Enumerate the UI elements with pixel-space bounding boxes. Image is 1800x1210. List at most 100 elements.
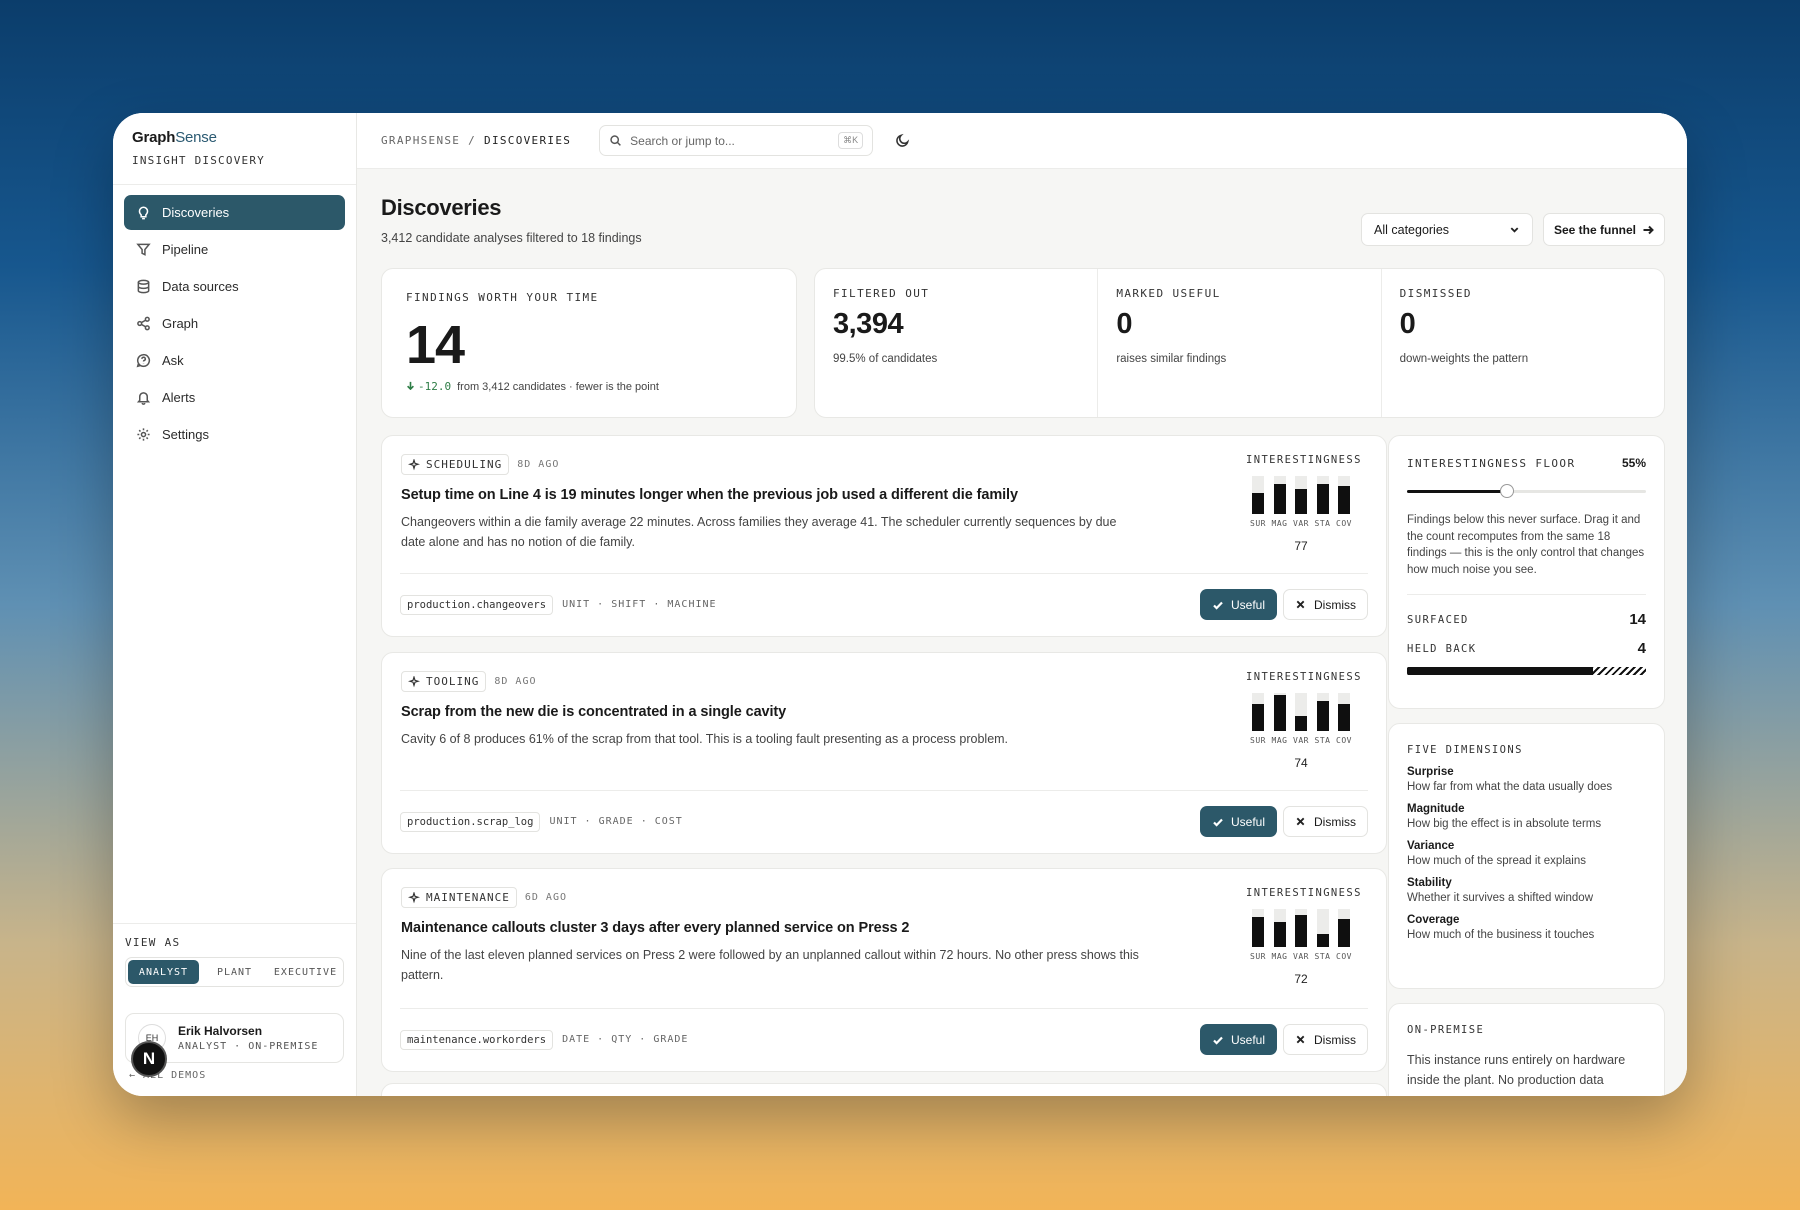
database-icon xyxy=(137,279,150,294)
n-badge-icon[interactable]: N xyxy=(131,1041,167,1077)
dimension-bar-fill xyxy=(1295,914,1307,947)
source-table[interactable]: maintenance.workorders xyxy=(400,1029,554,1050)
dimension-bar-mag xyxy=(1273,693,1286,731)
dimension-label: COV xyxy=(1336,736,1352,745)
finding-meta: SCHEDULING 8D AGO xyxy=(401,454,1367,475)
sidebar-item-data-sources[interactable]: Data sources xyxy=(124,269,345,304)
dimension-label: SUR xyxy=(1250,519,1266,528)
divider xyxy=(400,790,1368,791)
dimension-label: STA xyxy=(1314,952,1331,961)
dimension-item: Magnitude How big the effect is in absolu… xyxy=(1407,803,1646,830)
floor-slider[interactable] xyxy=(1407,484,1646,498)
dimension-bar-sta xyxy=(1316,693,1329,731)
interestingness-label: INTERESTINGNESS xyxy=(1246,671,1362,683)
finding-footer: production.changeovers UNIT · SHIFT · MA… xyxy=(400,589,1368,620)
sidebar-item-label: Graph xyxy=(162,316,199,331)
slider-handle[interactable] xyxy=(1500,484,1515,498)
dimension-bar-cov xyxy=(1338,476,1350,514)
dimension-bar-fill xyxy=(1273,483,1286,514)
dimension-bar-sur xyxy=(1252,909,1264,947)
brand-subtitle: INSIGHT DISCOVERY xyxy=(132,154,265,167)
dimension-labels: SUR MAG VAR STA COV xyxy=(1248,736,1354,745)
dimensions-list: Surprise How far from what the data usual… xyxy=(1407,766,1646,941)
sidebar-nav: Discoveries Pipeline Data sources Graph … xyxy=(113,185,356,464)
sidebar-item-graph[interactable]: Graph xyxy=(124,306,345,341)
dimension-bars xyxy=(1252,693,1350,731)
view-as-plant[interactable]: PLANT xyxy=(199,960,270,984)
finding-title[interactable]: Maintenance callouts cluster 3 days afte… xyxy=(401,920,1367,936)
check-icon xyxy=(1213,818,1223,827)
kpi-dismissed: DISMISSED 0 down-weights the pattern xyxy=(1380,269,1664,417)
held-back-label: HELD BACK xyxy=(1407,642,1477,655)
top-bar: GRAPHSENSE / DISCOVERIES Search or jump … xyxy=(357,113,1687,169)
brand-logo[interactable]: GraphSense xyxy=(132,129,337,146)
see-funnel-button[interactable]: See the funnel xyxy=(1543,213,1665,246)
finding-title[interactable]: Setup time on Line 4 is 19 minutes longe… xyxy=(401,487,1367,503)
finding-body: Cavity 6 of 8 produces 61% of the scrap … xyxy=(401,732,1009,746)
source-columns: UNIT · SHIFT · MACHINE xyxy=(562,599,717,610)
sidebar-item-alerts[interactable]: Alerts xyxy=(124,380,345,415)
dimension-bars xyxy=(1252,909,1350,947)
close-icon xyxy=(1296,1035,1305,1044)
theme-toggle[interactable] xyxy=(895,133,911,149)
source-table[interactable]: production.scrap_log xyxy=(400,811,541,832)
question-circle-icon xyxy=(136,353,151,368)
dismiss-label: Dismiss xyxy=(1314,597,1356,612)
search-input[interactable]: Search or jump to... ⌘K xyxy=(599,125,874,156)
sidebar-item-settings[interactable]: Settings xyxy=(124,417,345,452)
sidebar-item-label: Alerts xyxy=(162,390,196,405)
useful-button[interactable]: Useful xyxy=(1200,589,1277,620)
breadcrumb: GRAPHSENSE / DISCOVERIES xyxy=(381,134,571,147)
dimension-bar-fill xyxy=(1273,922,1286,947)
sidebar-item-pipeline[interactable]: Pipeline xyxy=(124,232,345,267)
category-chip: MAINTENANCE xyxy=(401,887,517,908)
share-nodes-icon xyxy=(137,316,150,331)
useful-button[interactable]: Useful xyxy=(1200,806,1277,837)
surfaced-label: SURFACED xyxy=(1407,613,1469,626)
view-as-segmented-control: ANALYST PLANT EXECUTIVE xyxy=(125,957,344,987)
kpi-label: FINDINGS WORTH YOUR TIME xyxy=(406,291,599,304)
view-as-panel: VIEW AS ANALYST PLANT EXECUTIVE xyxy=(113,923,356,999)
arrow-down-icon xyxy=(407,381,414,391)
dimension-bar-fill xyxy=(1273,694,1286,731)
source-table[interactable]: production.changeovers xyxy=(400,594,554,615)
dimension-bar-sur xyxy=(1252,693,1264,731)
sidebar: GraphSense INSIGHT DISCOVERY Discoveries… xyxy=(113,113,357,1096)
dimension-label: MAG xyxy=(1271,736,1288,745)
category-select[interactable]: All categories xyxy=(1361,213,1533,246)
dimension-bar-cov xyxy=(1338,693,1350,731)
interestingness-chart: INTERESTINGNESS SUR MAG VAR STA COV 74 xyxy=(1246,671,1362,770)
sidebar-item-label: Data sources xyxy=(162,279,239,294)
page-title: Discoveries xyxy=(381,195,502,220)
useful-button[interactable]: Useful xyxy=(1200,1024,1277,1055)
dimension-bar-fill xyxy=(1338,918,1350,947)
view-as-executive[interactable]: EXECUTIVE xyxy=(270,960,341,984)
finding-card-partial xyxy=(381,1083,1387,1096)
check-icon xyxy=(1213,601,1223,610)
sidebar-item-ask[interactable]: Ask xyxy=(124,343,345,378)
dismiss-button[interactable]: Dismiss xyxy=(1283,806,1368,837)
floor-header: INTERESTINGNESS FLOOR 55% xyxy=(1407,456,1646,470)
finding-age: 6D AGO xyxy=(524,892,567,903)
filter-icon xyxy=(136,243,151,256)
dimension-label: SUR xyxy=(1250,736,1266,745)
finding-age: 8D AGO xyxy=(517,459,560,470)
kpi-value: 0 xyxy=(1399,308,1416,340)
kpi-marked-useful: MARKED USEFUL 0 raises similar findings xyxy=(1097,269,1380,417)
sidebar-item-discoveries[interactable]: Discoveries xyxy=(124,195,345,230)
view-as-analyst[interactable]: ANALYST xyxy=(128,960,199,984)
source-columns: UNIT · GRADE · COST xyxy=(549,816,683,827)
sidebar-item-label: Ask xyxy=(162,353,184,368)
dismiss-button[interactable]: Dismiss xyxy=(1283,1024,1368,1055)
finding-title[interactable]: Scrap from the new die is concentrated i… xyxy=(401,704,1367,720)
kpi-label: MARKED USEFUL xyxy=(1116,287,1221,300)
close-icon xyxy=(1296,817,1305,826)
dimension-bar-var xyxy=(1295,693,1307,731)
page-header: Discoveries 3,412 candidate analyses fil… xyxy=(381,195,642,245)
finding-body: Nine of the last eleven planned services… xyxy=(401,948,1139,982)
interestingness-chart: INTERESTINGNESS SUR MAG VAR STA COV 72 xyxy=(1246,887,1360,986)
breadcrumb-root[interactable]: GRAPHSENSE xyxy=(381,134,460,147)
dimension-labels: SUR MAG VAR STA COV xyxy=(1248,952,1354,961)
dimension-bar-fill xyxy=(1252,916,1264,947)
dismiss-button[interactable]: Dismiss xyxy=(1283,589,1368,620)
